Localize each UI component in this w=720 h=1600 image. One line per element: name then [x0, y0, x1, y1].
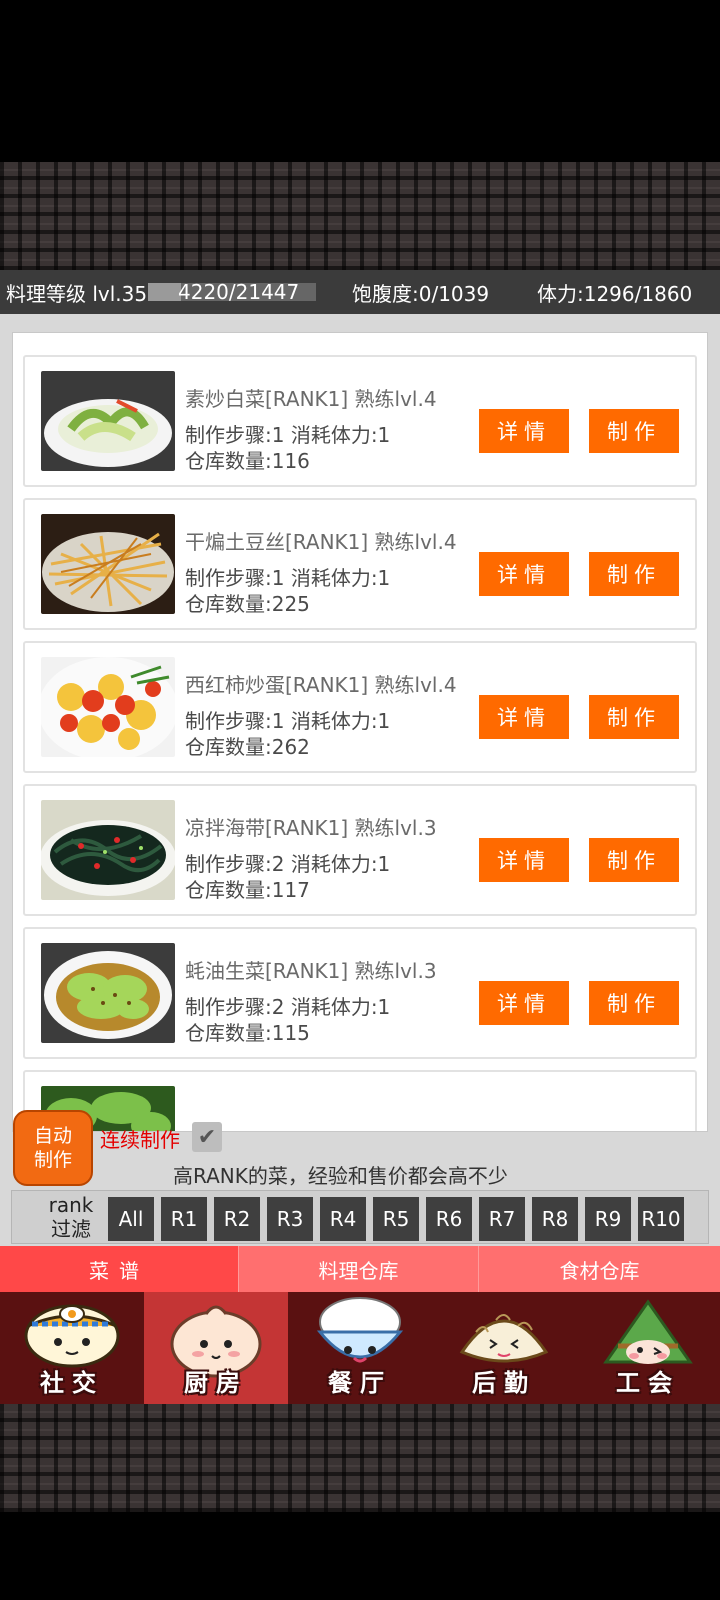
auto-make-button[interactable]: 自动 制作 — [13, 1110, 93, 1186]
top-lattice-banner — [0, 162, 720, 270]
rank-filter-r4[interactable]: R4 — [320, 1197, 366, 1241]
nav-label: 后勤 — [472, 1369, 536, 1397]
rank-filter-label: rank 过滤 — [26, 1193, 116, 1241]
nav-label: 餐厅 — [328, 1369, 392, 1397]
tab-recipes[interactable]: 菜谱 — [0, 1246, 238, 1292]
recipe-stock: 仓库数量:262 — [185, 735, 310, 759]
rank-filter-r5[interactable]: R5 — [373, 1197, 419, 1241]
exp-progress-fill — [148, 283, 182, 301]
detail-button[interactable]: 详情 — [479, 981, 569, 1025]
detail-button[interactable]: 详情 — [479, 695, 569, 739]
recipe-steps: 制作步骤:1 消耗体力:1 — [185, 423, 391, 447]
recipe-thumbnail — [41, 800, 175, 900]
recipe-stock: 仓库数量:117 — [185, 878, 310, 902]
recipe-name: 蚝油生菜[RANK1] 熟练lvl.3 — [185, 959, 437, 983]
checkmark-icon: ✔ — [197, 1124, 217, 1150]
detail-button[interactable]: 详情 — [479, 838, 569, 882]
rank-filter-r8[interactable]: R8 — [532, 1197, 578, 1241]
tab-ingredient-storage[interactable]: 食材仓库 — [478, 1246, 720, 1292]
auto-make-label-2: 制作 — [33, 1149, 72, 1171]
cooking-level: 料理等级 lvl.35 — [6, 281, 148, 306]
recipe-thumbnail — [41, 371, 175, 471]
detail-button[interactable]: 详情 — [479, 552, 569, 596]
rank-filter-r2[interactable]: R2 — [214, 1197, 260, 1241]
recipe-card[interactable]: 蚝油生菜[RANK1] 熟练lvl.3 制作步骤:2 消耗体力:1 仓库数量:115… — [23, 927, 697, 1059]
recipe-list[interactable]: 素炒白菜[RANK1] 熟练lvl.4 制作步骤:1 消耗体力:1 仓库数量:116… — [12, 332, 708, 1132]
rank-filter-label-1: rank — [48, 1193, 94, 1217]
recipe-thumbnail — [41, 943, 175, 1043]
recipe-steps: 制作步骤:2 消耗体力:1 — [185, 852, 391, 876]
make-button[interactable]: 制作 — [589, 552, 679, 596]
nav-label: 工会 — [616, 1369, 680, 1397]
make-button[interactable]: 制作 — [589, 838, 679, 882]
nav-label: 厨房 — [184, 1369, 248, 1397]
rank-filter-r3[interactable]: R3 — [267, 1197, 313, 1241]
recipe-card[interactable]: 干煸土豆丝[RANK1] 熟练lvl.4 制作步骤:1 消耗体力:1 仓库数量:22… — [23, 498, 697, 630]
recipe-thumbnail — [41, 514, 175, 614]
rank-filter-r7[interactable]: R7 — [479, 1197, 525, 1241]
make-button[interactable]: 制作 — [589, 695, 679, 739]
recipe-card[interactable]: 西红柿炒蛋[RANK1] 熟练lvl.4 制作步骤:1 消耗体力:1 仓库数量:26… — [23, 641, 697, 773]
nav-item-social[interactable]: 社交 — [0, 1292, 144, 1404]
nav-item-guild[interactable]: 工会 — [576, 1292, 720, 1404]
continuous-make-label: 连续制作 — [100, 1128, 180, 1152]
rank-filter-label-2: 过滤 — [51, 1217, 91, 1241]
storage-tab-bar: 菜谱 料理仓库 食材仓库 — [0, 1246, 720, 1292]
rank-filter-all[interactable]: All — [108, 1197, 154, 1241]
recipe-thumbnail — [41, 657, 175, 757]
auto-make-label-1: 自动 — [33, 1125, 72, 1147]
nav-item-logistics[interactable]: 后勤 — [432, 1292, 576, 1404]
hunger-text: 饱腹度:0/1039 — [352, 281, 490, 306]
recipe-card[interactable]: 素炒白菜[RANK1] 熟练lvl.4 制作步骤:1 消耗体力:1 仓库数量:116… — [23, 355, 697, 487]
make-button[interactable]: 制作 — [589, 981, 679, 1025]
stamina-text: 体力:1296/1860 — [537, 281, 693, 306]
hint-text: 高RANK的菜，经验和售价都会高不少 — [173, 1164, 508, 1188]
recipe-name: 凉拌海带[RANK1] 熟练lvl.3 — [185, 816, 437, 840]
recipe-name: 西红柿炒蛋[RANK1] 熟练lvl.4 — [185, 673, 457, 697]
nav-label: 社交 — [40, 1369, 104, 1397]
recipe-stock: 仓库数量:115 — [185, 1021, 310, 1045]
detail-button[interactable]: 详情 — [479, 409, 569, 453]
exp-text: 4220/21447 — [178, 280, 300, 304]
recipe-steps: 制作步骤:1 消耗体力:1 — [185, 566, 391, 590]
bottom-navigation: 社交 厨房 餐厅 后勤 工会 — [0, 1292, 720, 1404]
nav-item-kitchen[interactable]: 厨房 — [144, 1292, 288, 1404]
recipe-steps: 制作步骤:2 消耗体力:1 — [185, 995, 391, 1019]
recipe-name: 素炒白菜[RANK1] 熟练lvl.4 — [185, 387, 437, 411]
rank-filter-r1[interactable]: R1 — [161, 1197, 207, 1241]
recipe-name: 干煸土豆丝[RANK1] 熟练lvl.4 — [185, 530, 457, 554]
status-bar: 料理等级 lvl.35 4220/21447 饱腹度:0/1039 体力:129… — [0, 270, 720, 314]
rank-filter-r9[interactable]: R9 — [585, 1197, 631, 1241]
rank-filter-r10[interactable]: R10 — [638, 1197, 684, 1241]
rank-filter-r6[interactable]: R6 — [426, 1197, 472, 1241]
recipe-stock: 仓库数量:225 — [185, 592, 310, 616]
recipe-steps: 制作步骤:1 消耗体力:1 — [185, 709, 391, 733]
recipe-card[interactable]: 凉拌海带[RANK1] 熟练lvl.3 制作步骤:2 消耗体力:1 仓库数量:117… — [23, 784, 697, 916]
nav-item-restaurant[interactable]: 餐厅 — [288, 1292, 432, 1404]
recipe-stock: 仓库数量:116 — [185, 449, 310, 473]
tab-dish-storage[interactable]: 料理仓库 — [238, 1246, 478, 1292]
recipe-card[interactable] — [23, 1070, 697, 1131]
rank-filter-bar: rank 过滤 All R1 R2 R3 R4 R5 R6 R7 R8 R9 R10 — [11, 1190, 709, 1244]
bottom-lattice-banner — [0, 1404, 720, 1512]
continuous-make-checkbox[interactable]: ✔ — [192, 1122, 222, 1152]
make-button[interactable]: 制作 — [589, 409, 679, 453]
